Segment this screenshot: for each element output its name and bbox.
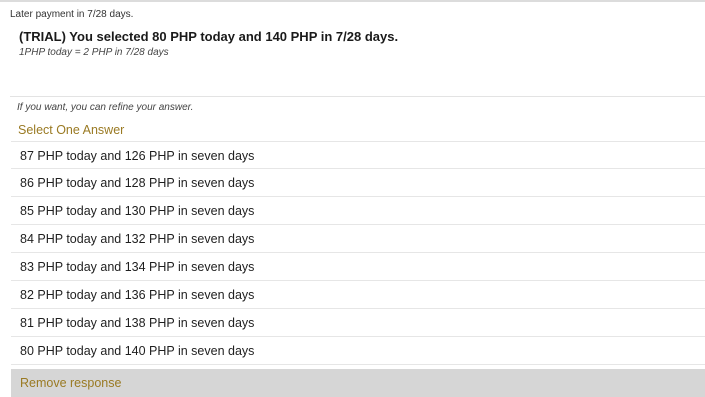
- later-payment-subheader: Later payment in 7/28 days.: [10, 9, 134, 20]
- select-one-answer-label: Select One Answer: [18, 123, 125, 137]
- refine-hint: If you want, you can refine your answer.: [17, 102, 194, 113]
- answer-options-list: 87 PHP today and 126 PHP in seven days 8…: [11, 141, 705, 365]
- answer-option[interactable]: 84 PHP today and 132 PHP in seven days: [11, 225, 705, 253]
- answer-option[interactable]: 82 PHP today and 136 PHP in seven days: [11, 281, 705, 309]
- answer-option[interactable]: 80 PHP today and 140 PHP in seven days: [11, 337, 705, 365]
- section-divider: [10, 96, 705, 97]
- answer-option[interactable]: 87 PHP today and 126 PHP in seven days: [11, 141, 705, 169]
- answer-option[interactable]: 81 PHP today and 138 PHP in seven days: [11, 309, 705, 337]
- question-title: (TRIAL) You selected 80 PHP today and 14…: [19, 29, 399, 44]
- remove-response-button[interactable]: Remove response: [11, 369, 705, 397]
- exchange-rate-note: 1PHP today = 2 PHP in 7/28 days: [19, 47, 169, 58]
- answer-option[interactable]: 85 PHP today and 130 PHP in seven days: [11, 197, 705, 225]
- answer-option[interactable]: 86 PHP today and 128 PHP in seven days: [11, 169, 705, 197]
- top-divider: [0, 0, 705, 2]
- answer-option[interactable]: 83 PHP today and 134 PHP in seven days: [11, 253, 705, 281]
